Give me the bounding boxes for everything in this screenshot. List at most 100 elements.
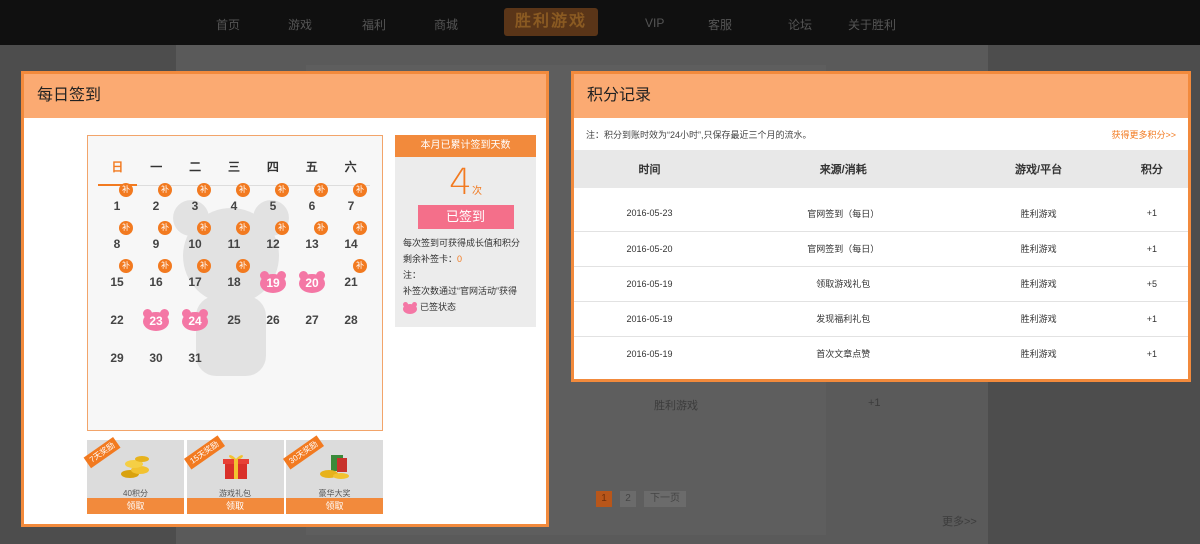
calendar-day-2[interactable]: 2 [141, 194, 171, 218]
weekday-sat: 六 [344, 160, 357, 174]
makeup-checkin-badge[interactable]: 补 [236, 183, 250, 197]
calendar-day-1[interactable]: 1 [102, 194, 132, 218]
makeup-checkin-badge[interactable]: 补 [314, 183, 328, 197]
calendar-day-21[interactable]: 21 [336, 270, 366, 294]
nav-welfare[interactable]: 福利 [362, 16, 386, 33]
nav-home[interactable]: 首页 [216, 16, 240, 33]
makeup-checkin-badge[interactable]: 补 [236, 221, 250, 235]
makeup-checkin-badge[interactable]: 补 [353, 221, 367, 235]
signed-in-button[interactable]: 已签到 [417, 205, 514, 229]
calendar-day-12[interactable]: 12 [258, 232, 288, 256]
row-platform: 胜利游戏 [1020, 349, 1057, 360]
makeup-checkin-badge[interactable]: 补 [197, 259, 211, 273]
signed-day-number: 23 [143, 312, 169, 331]
calendar-day-28[interactable]: 28 [336, 308, 366, 332]
table-row: 2016-05-19 首次文章点赞 胜利游戏 +1 [574, 336, 1188, 371]
calendar-day-9[interactable]: 9 [141, 232, 171, 256]
table-row: 2016-05-19 发现福利礼包 胜利游戏 +1 [574, 301, 1188, 336]
col-platform: 游戏/平台 [1015, 164, 1063, 176]
background-pager-1[interactable]: 1 [596, 491, 612, 507]
points-record-modal: 积分记录 注：积分到账时效为“24小时”,只保存最近三个月的流水。 获得更多积分… [571, 71, 1191, 382]
weekday-sun: 日 [98, 156, 137, 186]
makeup-checkin-badge[interactable]: 补 [353, 259, 367, 273]
reward-card-7day: 7天奖励 40积分 领取 [83, 436, 184, 514]
claim-button-7day[interactable]: 领取 [87, 498, 184, 514]
calendar-day-27[interactable]: 27 [297, 308, 327, 332]
calendar-day-11[interactable]: 11 [219, 232, 249, 256]
makeup-checkin-badge[interactable]: 补 [158, 221, 172, 235]
calendar-day-15[interactable]: 15 [102, 270, 132, 294]
calendar-day-25[interactable]: 25 [219, 308, 249, 332]
makeup-checkin-badge[interactable]: 补 [158, 183, 172, 197]
calendar-day-6[interactable]: 6 [297, 194, 327, 218]
signed-day-19: 19 [260, 271, 286, 293]
claim-button-30day[interactable]: 领取 [286, 498, 383, 514]
reward-ribbon: 30天奖励 [282, 435, 324, 470]
weekday-fri: 五 [305, 160, 318, 174]
weekday-wed: 三 [228, 160, 241, 174]
col-time: 时间 [638, 164, 661, 176]
calendar-day-7[interactable]: 7 [336, 194, 366, 218]
makeup-checkin-badge[interactable]: 补 [119, 259, 133, 273]
row-points: +1 [1146, 348, 1158, 359]
nav-games[interactable]: 游戏 [288, 16, 312, 33]
calendar-day-8[interactable]: 8 [102, 232, 132, 256]
signed-day-23: 23 [143, 309, 169, 331]
calendar-day-14[interactable]: 14 [336, 232, 366, 256]
row-source: 官网签到（每日） [807, 208, 880, 219]
nav-vip[interactable]: VIP [645, 16, 664, 30]
calendar-day-3[interactable]: 3 [180, 194, 210, 218]
daily-checkin-modal: 每日签到 日 一 二 三 四 五 六 1 补 2 补 3 补 4 补 5 补 6 补 7 补 8 补 9 补 10 补… [21, 71, 549, 527]
reward-card-30day: 30天奖励 豪华大奖 领取 [282, 435, 383, 514]
checkin-modal-title: 每日签到 [24, 74, 546, 118]
makeup-checkin-badge[interactable]: 补 [353, 183, 367, 197]
table-row: 2016-05-23 官网签到（每日） 胜利游戏 +1 [574, 196, 1188, 231]
background-pager-2[interactable]: 2 [620, 491, 636, 507]
reward-ribbon: 15天奖励 [183, 435, 225, 470]
calendar-day-18[interactable]: 18 [219, 270, 249, 294]
calendar-day-26[interactable]: 26 [258, 308, 288, 332]
note-growth: 每次签到可获得成长值和积分 [403, 238, 521, 248]
signed-day-number: 24 [182, 312, 208, 331]
background-row-platform: 胜利游戏 [654, 400, 698, 412]
calendar-day-17[interactable]: 17 [180, 270, 210, 294]
nav-service[interactable]: 客服 [708, 16, 732, 33]
calendar-day-29[interactable]: 29 [102, 346, 132, 370]
table-row: 2016-05-19 领取游戏礼包 胜利游戏 +5 [574, 266, 1188, 301]
makeup-checkin-badge[interactable]: 补 [275, 183, 289, 197]
signed-day-number: 19 [260, 274, 286, 293]
calendar-day-4[interactable]: 4 [219, 194, 249, 218]
row-points: +5 [1146, 278, 1158, 289]
makeup-checkin-badge[interactable]: 补 [314, 221, 328, 235]
table-row: 2016-05-20 官网签到（每日） 胜利游戏 +1 [574, 231, 1188, 266]
calendar-day-31[interactable]: 31 [180, 346, 210, 370]
nav-forum[interactable]: 论坛 [788, 16, 812, 33]
background-more-link[interactable]: 更多>> [942, 513, 977, 529]
makeup-checkin-badge[interactable]: 补 [236, 259, 250, 273]
background-pager-next[interactable]: 下一页 [644, 491, 686, 507]
site-logo[interactable]: 胜利游戏 [504, 8, 598, 36]
note-makeup: 补签次数通过“官网活动”获得 [403, 286, 517, 296]
makeup-checkin-badge[interactable]: 补 [158, 259, 172, 273]
calendar-day-22[interactable]: 22 [102, 308, 132, 332]
calendar-day-10[interactable]: 10 [180, 232, 210, 256]
nav-about[interactable]: 关于胜利 [848, 16, 896, 33]
calendar-day-30[interactable]: 30 [141, 346, 171, 370]
calendar-weekday-row: 日 一 二 三 四 五 六 [98, 156, 370, 186]
calendar-day-16[interactable]: 16 [141, 270, 171, 294]
makeup-checkin-badge[interactable]: 补 [119, 183, 133, 197]
points-table: 时间 来源/消耗 游戏/平台 积分 2016-05-23 官网签到（每日） 胜利… [574, 150, 1188, 371]
makeup-checkin-badge[interactable]: 补 [197, 221, 211, 235]
calendar-day-13[interactable]: 13 [297, 232, 327, 256]
weekday-thu: 四 [266, 160, 279, 174]
earn-more-points-link[interactable]: 获得更多积分>> [1111, 128, 1176, 141]
checkin-calendar: 日 一 二 三 四 五 六 1 补 2 补 3 补 4 补 5 补 6 补 7 补 8 补 9 补 10 补 11 补 12… [87, 135, 383, 431]
makeup-checkin-badge[interactable]: 补 [119, 221, 133, 235]
nav-mall[interactable]: 商城 [434, 16, 458, 33]
makeup-checkin-badge[interactable]: 补 [275, 221, 289, 235]
row-platform: 胜利游戏 [1020, 279, 1057, 289]
makeup-checkin-badge[interactable]: 补 [197, 183, 211, 197]
claim-button-15day[interactable]: 领取 [186, 498, 284, 514]
checkin-count-value: 4 [449, 162, 472, 203]
calendar-day-5[interactable]: 5 [258, 194, 288, 218]
